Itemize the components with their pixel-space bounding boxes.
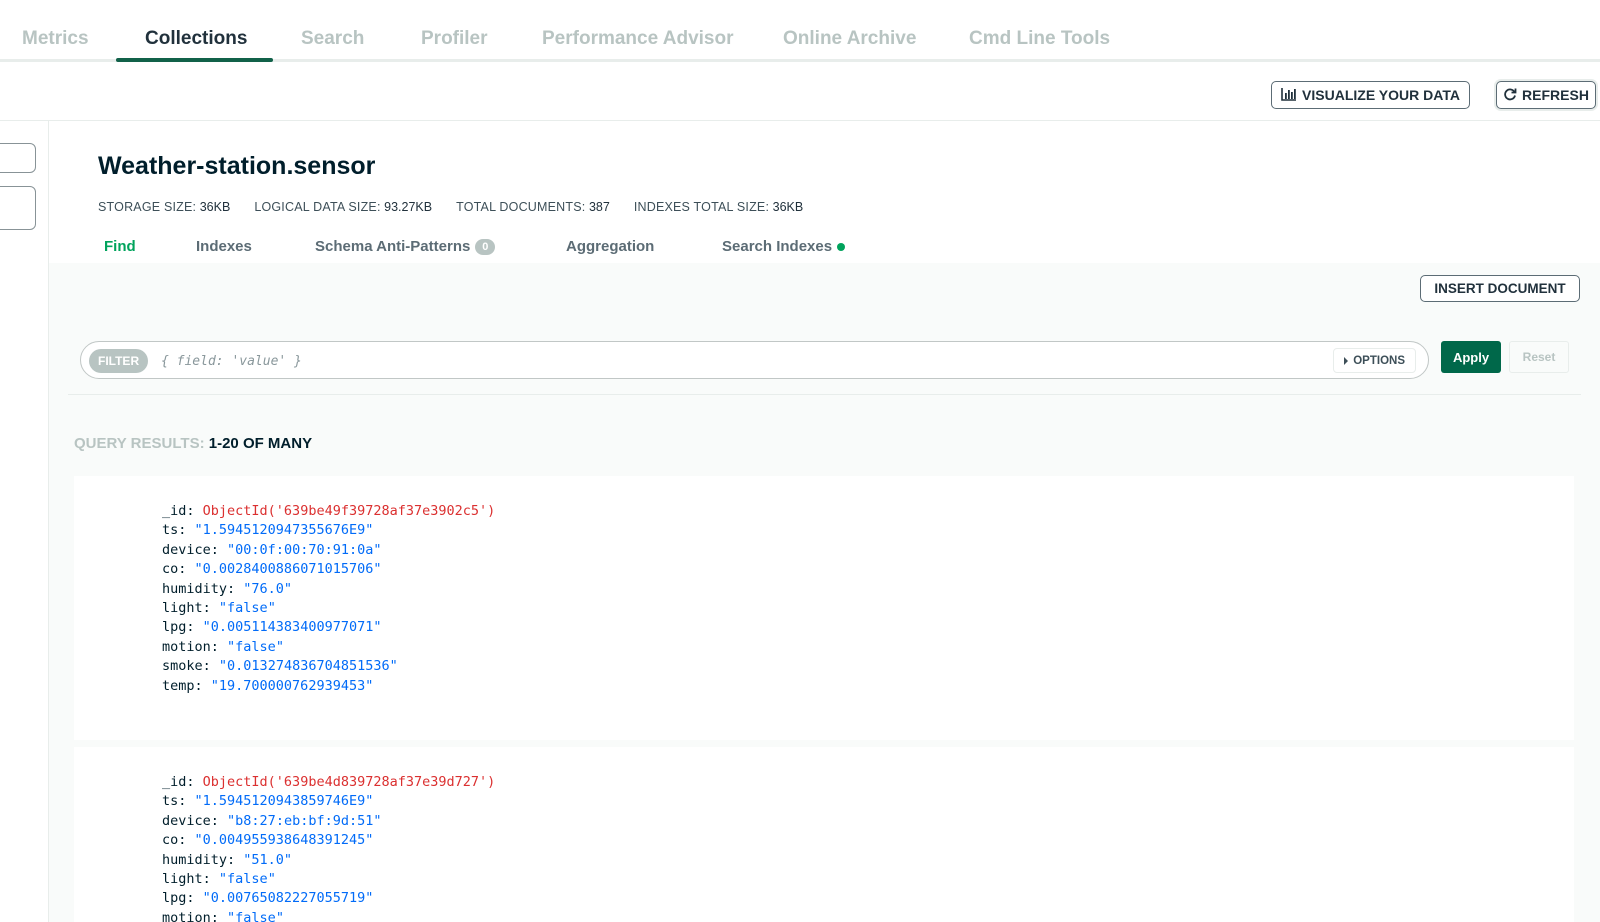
tab-online-archive[interactable]: Online Archive	[783, 28, 916, 50]
collection-sub-tabs: Find Indexes Schema Anti-Patterns 0 Aggre…	[0, 232, 1600, 262]
refresh-icon	[1503, 87, 1517, 104]
results-prefix: QUERY RESULTS:	[74, 435, 205, 452]
tab-cmd-line-tools[interactable]: Cmd Line Tools	[969, 28, 1110, 50]
collection-title: Weather-station.sensor	[98, 152, 376, 180]
document-field: lpg: "0.005114383400977071"	[162, 619, 382, 636]
document-card[interactable]: _id: ObjectId('639be4d839728af37e39d727'…	[74, 747, 1574, 922]
document-field: device: "b8:27:eb:bf:9d:51"	[162, 812, 382, 829]
reset-button[interactable]: Reset	[1509, 341, 1569, 373]
refresh-button-label: REFRESH	[1522, 87, 1589, 103]
document-field: ts: "1.5945120947355676E9"	[162, 522, 374, 539]
document-field: smoke: "0.013274836704851536"	[162, 658, 398, 675]
document-field: lpg: "0.00765082227055719"	[162, 890, 374, 907]
tab-collections[interactable]: Collections	[145, 28, 247, 50]
header-divider	[0, 120, 1600, 121]
document-field: motion: "false"	[162, 909, 284, 922]
tab-schema-anti-patterns[interactable]: Schema Anti-Patterns 0	[315, 238, 496, 255]
document-field: motion: "false"	[162, 638, 284, 655]
stat-total-documents: TOTAL DOCUMENTS: 387	[456, 200, 610, 214]
tab-aggregation-label: Aggregation	[566, 238, 655, 255]
tab-aggregation[interactable]: Aggregation	[566, 238, 654, 255]
filter-divider	[68, 394, 1581, 395]
refresh-button[interactable]: REFRESH	[1496, 81, 1596, 109]
tab-schema-anti-patterns-label: Schema Anti-Patterns	[315, 238, 471, 255]
tab-search-indexes-label: Search Indexes	[722, 238, 833, 255]
document-field: _id: ObjectId('639be4d839728af37e39d727'…	[162, 774, 496, 790]
bar-chart-icon	[1281, 87, 1297, 104]
document-field: co: "0.0028400886071015706"	[162, 561, 382, 578]
sidebar-search-box[interactable]	[0, 143, 36, 173]
document-field: light: "false"	[162, 871, 276, 888]
document-field: device: "00:0f:00:70:91:0a"	[162, 541, 382, 558]
visualize-button-label: VISUALIZE YOUR DATA	[1302, 87, 1460, 103]
status-dot-icon	[837, 242, 846, 251]
tab-find-label: Find	[104, 238, 136, 255]
filter-pill: FILTER	[89, 349, 149, 373]
document-fields: _id: ObjectId('639be49f39728af37e3902c5'…	[162, 502, 495, 696]
filter-bar: FILTER OPTIONS	[80, 341, 1429, 379]
results-range: 1-20 OF MANY	[208, 435, 313, 452]
top-nav-tabs: Metrics Collections Search Profiler Perf…	[0, 0, 1600, 62]
caret-right-icon	[1344, 356, 1349, 365]
apply-button[interactable]: Apply	[1441, 341, 1501, 373]
active-tab-indicator	[116, 58, 273, 62]
tab-find[interactable]: Find	[104, 238, 136, 255]
document-field: humidity: "76.0"	[162, 580, 293, 597]
document-field: co: "0.004955938648391245"	[162, 832, 374, 849]
anti-patterns-count-badge: 0	[475, 238, 496, 255]
insert-document-button[interactable]: INSERT DOCUMENT	[1420, 275, 1580, 302]
tab-indexes[interactable]: Indexes	[196, 238, 252, 255]
document-field: temp: "19.700000762939453"	[162, 677, 374, 694]
collection-stats: STORAGE SIZE: 36KB LOGICAL DATA SIZE: 93…	[98, 200, 803, 214]
tab-search-indexes[interactable]: Search Indexes	[722, 238, 846, 255]
stat-logical-data-size: LOGICAL DATA SIZE: 93.27KB	[254, 200, 433, 214]
filter-input[interactable]	[161, 349, 1391, 373]
tab-search[interactable]: Search	[301, 28, 364, 50]
tab-indexes-label: Indexes	[196, 238, 252, 255]
query-results-summary: QUERY RESULTS: 1-20 OF MANY	[74, 435, 312, 452]
options-button[interactable]: OPTIONS	[1333, 348, 1416, 373]
document-field: humidity: "51.0"	[162, 851, 293, 868]
visualize-your-data-button[interactable]: VISUALIZE YOUR DATA	[1271, 81, 1470, 109]
document-fields: _id: ObjectId('639be4d839728af37e39d727'…	[162, 773, 495, 922]
stat-storage-size: STORAGE SIZE: 36KB	[98, 200, 231, 214]
tab-profiler[interactable]: Profiler	[421, 28, 488, 50]
tab-performance-advisor[interactable]: Performance Advisor	[542, 28, 733, 50]
document-card[interactable]: _id: ObjectId('639be49f39728af37e3902c5'…	[74, 476, 1574, 740]
tab-metrics[interactable]: Metrics	[22, 28, 89, 50]
document-field: light: "false"	[162, 600, 276, 617]
stat-indexes-total-size: INDEXES TOTAL SIZE: 36KB	[633, 200, 804, 214]
insert-document-label: INSERT DOCUMENT	[1434, 281, 1566, 296]
document-field: ts: "1.5945120943859746E9"	[162, 793, 374, 810]
options-label: OPTIONS	[1353, 354, 1405, 367]
sidebar-database-item[interactable]	[0, 186, 36, 230]
document-field: _id: ObjectId('639be49f39728af37e3902c5'…	[162, 503, 496, 519]
